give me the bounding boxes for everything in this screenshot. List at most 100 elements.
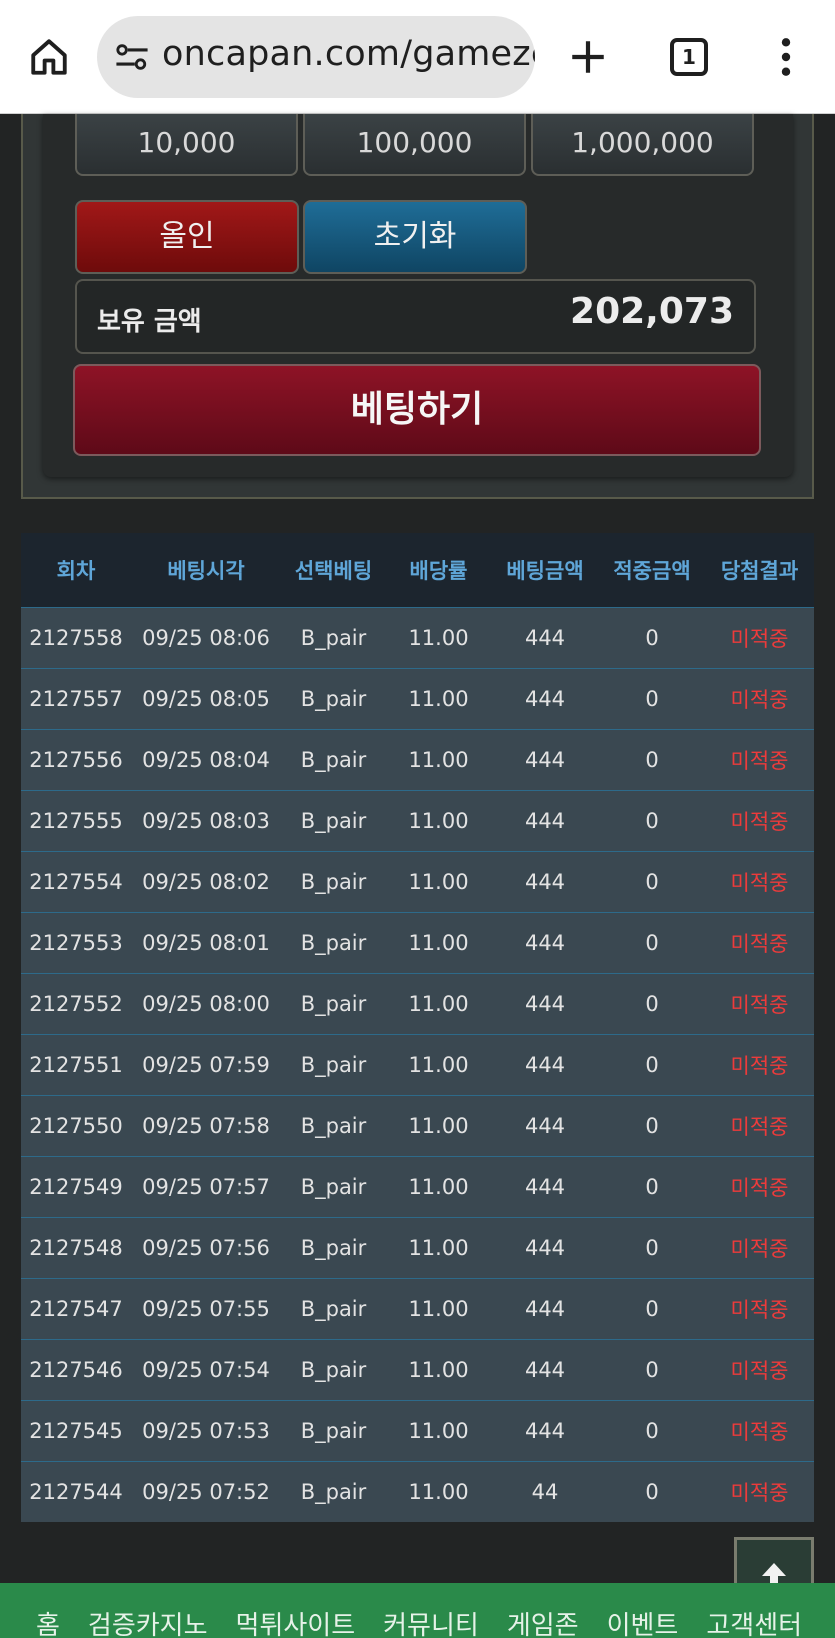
cell-bet-amount: 444 (491, 850, 599, 912)
footer-nav-item[interactable]: 커뮤니티 (383, 1605, 479, 1638)
cell-result: 미적중 (705, 850, 814, 912)
tab-count-icon[interactable]: 1 (670, 38, 708, 76)
footer-nav-item[interactable]: 고객센터 (706, 1605, 802, 1638)
allin-button[interactable]: 올인 (75, 200, 299, 274)
cell-bet-amount: 444 (491, 911, 599, 973)
footer-nav-item[interactable]: 검증카지노 (88, 1605, 208, 1638)
cell-selection: B_pair (281, 1399, 386, 1461)
cell-bet-amount: 444 (491, 789, 599, 851)
table-row: 2127552 09/25 08:00 B_pair 11.00 444 0 미적중 (21, 972, 814, 1034)
cell-selection: B_pair (281, 1155, 386, 1217)
cell-result: 미적중 (705, 728, 814, 790)
cell-selection: B_pair (281, 972, 386, 1034)
cell-win-amount: 0 (599, 1094, 705, 1156)
cell-win-amount: 0 (599, 850, 705, 912)
table-header-row: 회차 베팅시각 선택베팅 배당률 베팅금액 적중금액 당첨결과 (21, 533, 814, 607)
footer-nav-item[interactable]: 먹튀사이트 (236, 1605, 356, 1638)
cell-bet-time: 09/25 08:02 (131, 850, 281, 912)
cell-result: 미적중 (705, 1277, 814, 1339)
more-vert-icon[interactable] (776, 36, 796, 78)
table-row: 2127553 09/25 08:01 B_pair 11.00 444 0 미적중 (21, 911, 814, 973)
cell-bet-amount: 444 (491, 1033, 599, 1095)
cell-round: 2127548 (21, 1216, 131, 1278)
cell-win-amount: 0 (599, 972, 705, 1034)
table-row: 2127545 09/25 07:53 B_pair 11.00 444 0 미적중 (21, 1399, 814, 1461)
table-body: 2127558 09/25 08:06 B_pair 11.00 444 0 미적중 2127… (21, 606, 814, 1522)
col-bet-amount: 베팅금액 (491, 533, 599, 607)
cell-result: 미적중 (705, 789, 814, 851)
table-row: 2127554 09/25 08:02 B_pair 11.00 444 0 미적중 (21, 850, 814, 912)
cell-round: 2127552 (21, 972, 131, 1034)
cell-selection: B_pair (281, 911, 386, 973)
cell-result: 미적중 (705, 1033, 814, 1095)
footer-nav: 홈 검증카지노 먹튀사이트 커뮤니티 게임존 이벤트 고객센터 (0, 1583, 835, 1638)
cell-selection: B_pair (281, 606, 386, 668)
cell-round: 2127549 (21, 1155, 131, 1217)
home-icon[interactable] (28, 36, 70, 78)
cell-bet-amount: 444 (491, 606, 599, 668)
cell-bet-time: 09/25 07:54 (131, 1338, 281, 1400)
address-bar[interactable]: oncapan.com/gamezc (97, 16, 535, 98)
amount-button-1000000[interactable]: 1,000,000 (531, 114, 754, 176)
cell-bet-time: 09/25 07:53 (131, 1399, 281, 1461)
col-result: 당첨결과 (705, 533, 814, 607)
plus-icon[interactable] (567, 36, 609, 78)
cell-round: 2127553 (21, 911, 131, 973)
amount-button-100000[interactable]: 100,000 (303, 114, 526, 176)
cell-selection: B_pair (281, 1094, 386, 1156)
cell-win-amount: 0 (599, 1460, 705, 1522)
table-row: 2127546 09/25 07:54 B_pair 11.00 444 0 미적중 (21, 1338, 814, 1400)
cell-odds: 11.00 (386, 972, 491, 1034)
cell-bet-time: 09/25 08:04 (131, 728, 281, 790)
cell-selection: B_pair (281, 1216, 386, 1278)
cell-round: 2127551 (21, 1033, 131, 1095)
amount-button-10000[interactable]: 10,000 (75, 114, 298, 176)
cell-bet-amount: 444 (491, 1277, 599, 1339)
cell-bet-time: 09/25 08:05 (131, 667, 281, 729)
cell-round: 2127550 (21, 1094, 131, 1156)
cell-bet-time: 09/25 07:56 (131, 1216, 281, 1278)
cell-bet-amount: 44 (491, 1460, 599, 1522)
cell-result: 미적중 (705, 1155, 814, 1217)
tune-icon[interactable] (115, 42, 149, 72)
url-text: oncapan.com/gamezc (162, 34, 535, 74)
cell-odds: 11.00 (386, 667, 491, 729)
reset-button[interactable]: 초기화 (303, 200, 527, 274)
col-round: 회차 (21, 533, 131, 607)
cell-odds: 11.00 (386, 789, 491, 851)
footer-nav-item[interactable]: 게임존 (507, 1605, 579, 1638)
table-row: 2127557 09/25 08:05 B_pair 11.00 444 0 미적중 (21, 667, 814, 729)
cell-round: 2127546 (21, 1338, 131, 1400)
cell-round: 2127555 (21, 789, 131, 851)
cell-win-amount: 0 (599, 789, 705, 851)
cell-bet-amount: 444 (491, 1094, 599, 1156)
cell-bet-amount: 444 (491, 1338, 599, 1400)
cell-result: 미적중 (705, 1399, 814, 1461)
cell-bet-amount: 444 (491, 728, 599, 790)
cell-win-amount: 0 (599, 1399, 705, 1461)
cell-bet-amount: 444 (491, 1155, 599, 1217)
cell-round: 2127557 (21, 667, 131, 729)
cell-win-amount: 0 (599, 1338, 705, 1400)
cell-round: 2127558 (21, 606, 131, 668)
table-row: 2127558 09/25 08:06 B_pair 11.00 444 0 미적중 (21, 606, 814, 668)
cell-selection: B_pair (281, 728, 386, 790)
cell-bet-amount: 444 (491, 667, 599, 729)
cell-win-amount: 0 (599, 1033, 705, 1095)
cell-result: 미적중 (705, 972, 814, 1034)
table-row: 2127555 09/25 08:03 B_pair 11.00 444 0 미적중 (21, 789, 814, 851)
table-row: 2127550 09/25 07:58 B_pair 11.00 444 0 미적중 (21, 1094, 814, 1156)
footer-nav-item[interactable]: 이벤트 (607, 1605, 679, 1638)
cell-odds: 11.00 (386, 1277, 491, 1339)
cell-result: 미적중 (705, 667, 814, 729)
cell-result: 미적중 (705, 1460, 814, 1522)
cell-selection: B_pair (281, 1338, 386, 1400)
cell-win-amount: 0 (599, 1216, 705, 1278)
footer-nav-item[interactable]: 홈 (36, 1605, 60, 1638)
place-bet-button[interactable]: 베팅하기 (73, 364, 761, 456)
cell-selection: B_pair (281, 850, 386, 912)
cell-odds: 11.00 (386, 1399, 491, 1461)
cell-result: 미적중 (705, 606, 814, 668)
cell-win-amount: 0 (599, 1155, 705, 1217)
table-row: 2127549 09/25 07:57 B_pair 11.00 444 0 미적중 (21, 1155, 814, 1217)
